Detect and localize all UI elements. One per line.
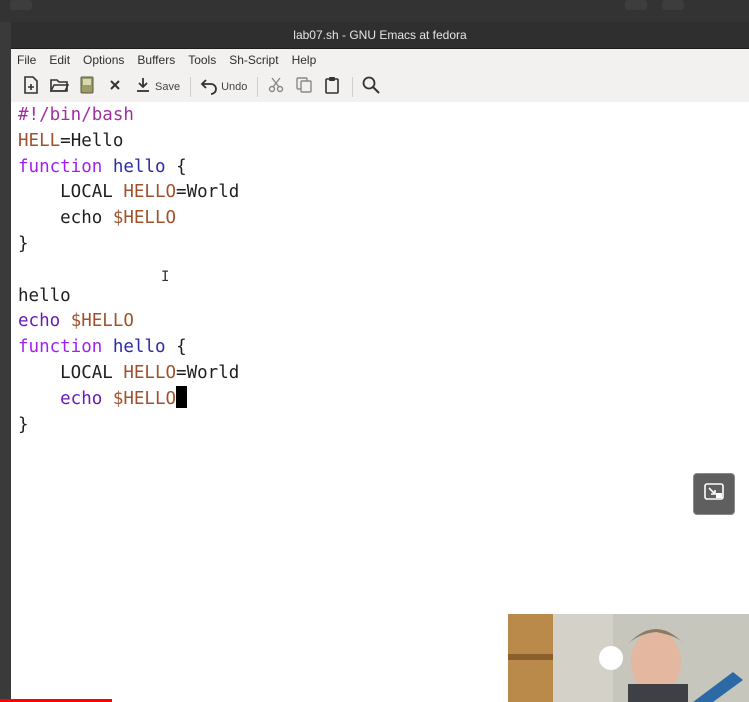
code-token: =World	[176, 363, 240, 383]
code-token: }	[18, 414, 29, 435]
window-title: lab07.sh - GNU Emacs at fedora	[11, 22, 749, 49]
open-folder-icon	[49, 75, 70, 98]
save-button[interactable]: Save	[133, 74, 180, 100]
code-token: {	[165, 156, 187, 177]
save-disk-icon	[77, 75, 97, 98]
background-window-button	[625, 0, 647, 10]
copy-icon	[294, 75, 314, 98]
code-token: hello	[112, 156, 166, 177]
text-cursor	[176, 385, 188, 408]
code-token: $HELLO	[112, 388, 177, 409]
background-window-button	[662, 0, 684, 10]
code-token: }	[18, 234, 29, 254]
picture-in-picture-icon	[703, 481, 725, 507]
code-line: LOCAL HELLO=World	[18, 360, 239, 386]
code-token: {	[165, 337, 187, 358]
webcam-image	[508, 614, 749, 702]
close-icon	[105, 75, 125, 98]
code-token: $HELLO	[70, 311, 134, 332]
code-line: #!/bin/bash	[18, 102, 134, 128]
code-token: function	[18, 337, 103, 358]
open-folder-button[interactable]	[49, 74, 70, 100]
editor-buffer[interactable]: #!/bin/bash HELL=Hello function hello { LO…	[11, 102, 749, 702]
undo-icon	[199, 75, 219, 98]
undo-button-label: Undo	[221, 80, 248, 93]
menu-file[interactable]: File	[17, 53, 36, 67]
code-line: }	[18, 412, 29, 438]
menu-options[interactable]: Options	[83, 53, 124, 67]
menu-buffers[interactable]: Buffers	[137, 53, 175, 67]
code-line: hello	[18, 283, 71, 309]
webcam-overlay	[508, 614, 749, 702]
new-file-icon	[21, 75, 41, 98]
background-window-button	[10, 0, 32, 10]
code-token: hello	[112, 337, 166, 358]
undo-button[interactable]: Undo	[199, 74, 247, 100]
toolbar-separator	[190, 76, 192, 97]
code-token: HELL	[18, 130, 61, 151]
background-desktop-bar	[0, 0, 749, 22]
copy-button[interactable]	[294, 74, 314, 100]
menu-tools[interactable]: Tools	[188, 53, 216, 67]
code-token: LOCAL	[18, 182, 124, 203]
toolbar-separator	[352, 76, 354, 97]
code-token: #!/bin/bash	[18, 105, 134, 125]
save-icon	[133, 75, 153, 98]
code-token: echo	[18, 388, 113, 409]
code-token: hello	[18, 285, 71, 306]
code-line: echo $HELLO	[18, 385, 188, 412]
code-token: $HELLO	[112, 208, 177, 229]
paste-button[interactable]	[322, 74, 342, 100]
code-token: echo	[18, 208, 113, 229]
code-token: HELLO	[123, 182, 177, 203]
code-token: HELLO	[123, 363, 177, 383]
tool-bar: Save Undo	[11, 71, 749, 103]
menu-help[interactable]: Help	[292, 53, 317, 67]
code-line: }	[18, 231, 29, 257]
mouse-ibeam-cursor: Ι	[161, 270, 169, 284]
menu-edit[interactable]: Edit	[49, 53, 70, 67]
paste-icon	[322, 75, 342, 98]
cut-icon	[266, 75, 286, 98]
search-icon	[361, 75, 381, 98]
picture-in-picture-button[interactable]	[693, 473, 735, 515]
code-line: echo $HELLO	[18, 205, 176, 231]
code-token: function	[18, 156, 103, 177]
save-disk-button[interactable]	[77, 74, 97, 100]
code-line: function hello {	[18, 154, 187, 180]
cut-button[interactable]	[266, 74, 286, 100]
menu-bar: File Edit Options Buffers Tools Sh-Scrip…	[11, 49, 749, 71]
code-line: HELL=Hello	[18, 128, 123, 154]
code-token: LOCAL	[18, 363, 124, 383]
save-button-label: Save	[155, 80, 181, 93]
menu-sh-script[interactable]: Sh-Script	[229, 53, 278, 67]
toolbar-separator	[257, 76, 259, 97]
code-line: echo $HELLO	[18, 308, 134, 334]
code-token: echo	[18, 311, 71, 332]
emacs-window: lab07.sh - GNU Emacs at fedora File Edit…	[11, 22, 749, 702]
search-button[interactable]	[361, 74, 381, 100]
code-line: function hello {	[18, 334, 187, 360]
code-token: =Hello	[60, 130, 124, 151]
close-buffer-button[interactable]	[105, 74, 125, 100]
new-file-button[interactable]	[21, 74, 41, 100]
code-token: =World	[176, 182, 240, 203]
code-line: LOCAL HELLO=World	[18, 179, 239, 205]
